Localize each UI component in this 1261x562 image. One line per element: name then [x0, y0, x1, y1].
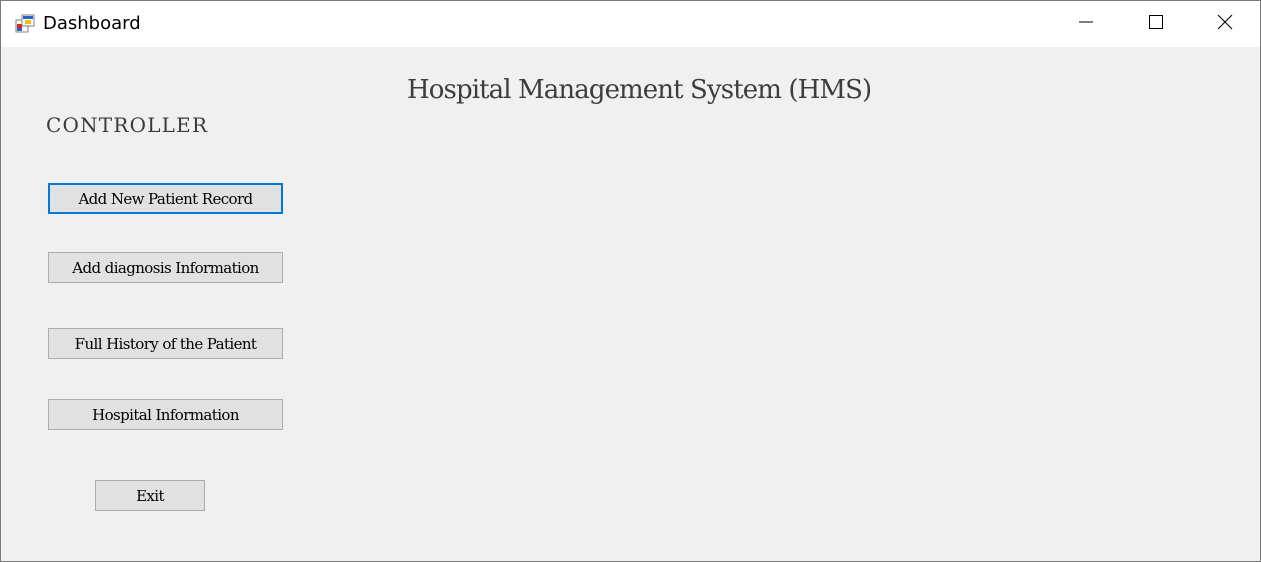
app-form-icon [15, 14, 35, 34]
full-history-of-patient-button[interactable]: Full History of the Patient [48, 328, 283, 359]
title-bar[interactable]: Dashboard [1, 1, 1260, 47]
dashboard-window: Dashboard Hospital Management System (HM… [0, 0, 1261, 562]
add-new-patient-record-button[interactable]: Add New Patient Record [48, 183, 283, 214]
app-title: Hospital Management System (HMS) [407, 75, 872, 105]
minimize-icon [1078, 14, 1094, 35]
add-diagnosis-information-button[interactable]: Add diagnosis Information [48, 252, 283, 283]
hospital-information-button[interactable]: Hospital Information [48, 399, 283, 430]
close-button[interactable] [1190, 1, 1260, 47]
controller-label: CONTROLLER [46, 113, 209, 137]
close-icon [1217, 14, 1233, 35]
window-title: Dashboard [43, 13, 141, 34]
minimize-button[interactable] [1051, 1, 1121, 47]
exit-button[interactable]: Exit [95, 480, 205, 511]
maximize-icon [1148, 14, 1164, 35]
client-area: Hospital Management System (HMS) CONTROL… [1, 47, 1260, 561]
maximize-button[interactable] [1121, 1, 1191, 47]
